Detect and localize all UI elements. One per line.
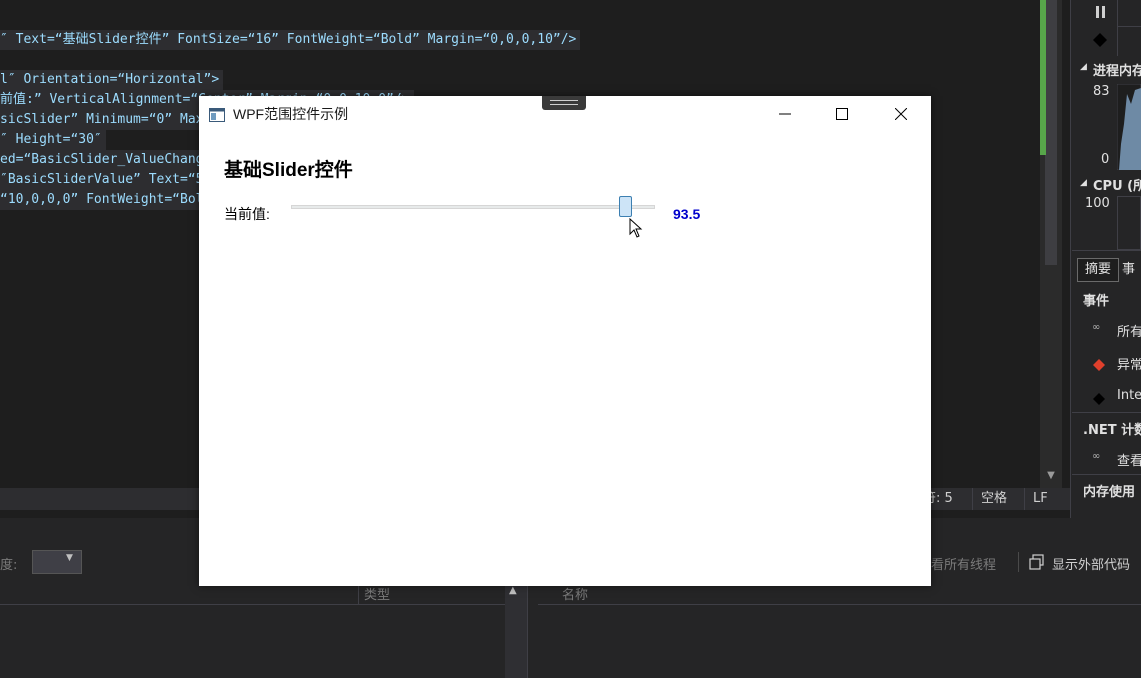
divider xyxy=(1072,412,1141,413)
events-header: 事件 xyxy=(1083,294,1110,309)
column-header-name[interactable]: 名称 xyxy=(562,584,588,603)
exceptions-link[interactable]: 异常 xyxy=(1117,354,1141,373)
exception-diamond-icon xyxy=(1093,356,1105,371)
cpu-graph[interactable] xyxy=(1117,196,1141,250)
all-events-link[interactable]: 所有 xyxy=(1117,321,1141,340)
memory-min-label: 0 xyxy=(1101,152,1110,167)
app-icon xyxy=(209,107,225,122)
chevron-down-icon: ▼ xyxy=(66,553,73,563)
show-external-code-button[interactable]: 显示外部代码 xyxy=(1052,554,1130,573)
process-memory-header: 进程内存 xyxy=(1093,64,1141,79)
dotnet-counters-header: .NET 计数 xyxy=(1083,423,1141,438)
timeline-box xyxy=(1117,26,1141,56)
editor-scrollbar-thumb[interactable] xyxy=(1045,0,1057,265)
memory-max-label: 83 xyxy=(1093,84,1110,99)
code-line[interactable]: l″ Orientation=“Horizontal”> xyxy=(0,70,224,90)
speed-label: 度: xyxy=(0,558,18,573)
maximize-icon xyxy=(836,108,848,120)
current-value-label: 当前值: xyxy=(224,206,270,222)
status-line-ending[interactable]: LF xyxy=(1024,488,1056,510)
panel-divider xyxy=(527,582,538,678)
toolbar-box xyxy=(1117,0,1141,27)
view-counters-link[interactable]: 查看 xyxy=(1117,450,1141,469)
close-button[interactable] xyxy=(878,96,924,132)
status-indent-mode[interactable]: 空格 xyxy=(972,488,1015,510)
code-line[interactable]: ″BasicSliderValue” Text=“50” xyxy=(0,170,224,190)
link-icon: ∞ xyxy=(1092,322,1101,333)
drag-handle-grip-icon xyxy=(550,100,578,105)
collapse-triangle-icon[interactable]: ◢ xyxy=(1080,178,1087,188)
diamond-icon xyxy=(1093,32,1107,47)
column-header-type[interactable]: 类型 xyxy=(364,584,390,603)
change-indicator xyxy=(1040,0,1046,155)
tab-summary[interactable]: 摘要 xyxy=(1077,258,1119,282)
scroll-up-arrow-icon[interactable]: ▲ xyxy=(509,585,517,596)
cpu-max-label: 100 xyxy=(1085,196,1110,211)
intellitrace-link[interactable]: Inte xyxy=(1117,388,1141,403)
scroll-down-arrow-icon[interactable]: ▼ xyxy=(1044,470,1058,484)
code-line[interactable]: ″ Text=“基础Slider控件” FontSize=“16” FontWe… xyxy=(0,30,581,50)
toolbar-divider xyxy=(1018,552,1019,572)
pause-icon[interactable] xyxy=(1094,4,1108,18)
speed-select[interactable] xyxy=(32,550,82,574)
code-line[interactable]: ″ Height=“30″ xyxy=(0,130,106,150)
slider-value-display: 93.5 xyxy=(673,206,701,222)
cpu-header: CPU (所有 xyxy=(1093,179,1141,194)
memory-graph[interactable] xyxy=(1117,84,1141,170)
minimize-icon xyxy=(779,113,791,115)
minimize-button[interactable] xyxy=(762,96,808,132)
memory-usage-header: 内存使用 xyxy=(1083,485,1136,500)
intellitrace-diamond-icon xyxy=(1093,390,1105,405)
mouse-cursor-icon xyxy=(629,217,643,238)
section-heading: 基础Slider控件 xyxy=(224,160,353,181)
window-title: WPF范围控件示例 xyxy=(233,106,349,122)
view-all-threads-button[interactable]: 看所有线程 xyxy=(931,554,996,573)
divider xyxy=(1072,250,1141,251)
divider xyxy=(1072,474,1141,475)
slider-thumb[interactable] xyxy=(619,196,633,217)
collapse-triangle-icon[interactable]: ◢ xyxy=(1080,62,1087,72)
link-icon: ∞ xyxy=(1092,451,1101,462)
maximize-button[interactable] xyxy=(819,96,865,132)
close-icon xyxy=(895,108,907,120)
panel-splitter[interactable] xyxy=(505,582,527,678)
external-code-icon xyxy=(1029,554,1045,570)
slider-track[interactable] xyxy=(291,205,655,209)
tab-events[interactable]: 事 xyxy=(1122,258,1141,282)
